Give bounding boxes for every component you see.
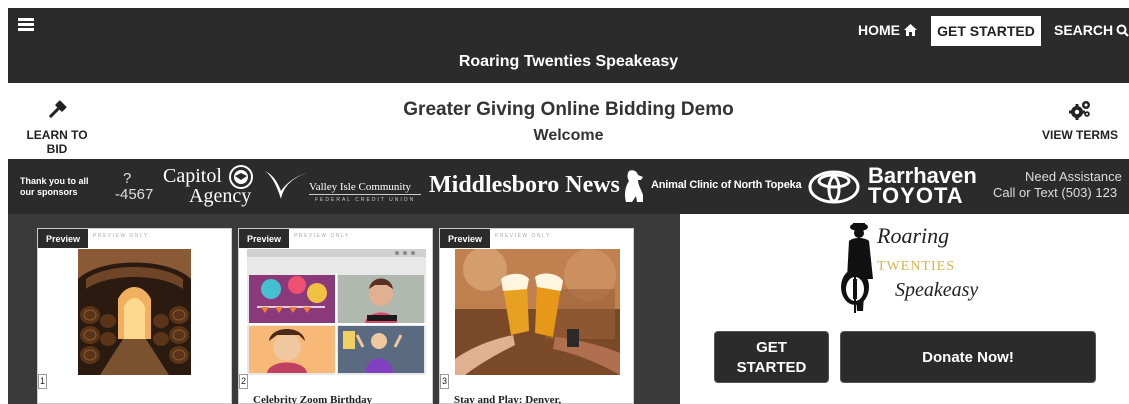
search-link-label: SEARCH [1054, 22, 1114, 38]
sponsor-thanks-text: Thank you to all our sponsors [20, 176, 89, 197]
preview-only-watermark: PREVIEW ONLY [294, 233, 350, 239]
search-link[interactable]: SEARCH [1054, 22, 1129, 38]
menu-icon[interactable] [18, 18, 34, 31]
preview-badge: Preview [440, 229, 490, 248]
logo-line1: Roaring [877, 223, 950, 248]
event-title: Roaring Twenties Speakeasy [458, 53, 679, 70]
view-terms-button[interactable]: VIEW TERMS [1040, 99, 1120, 142]
bird-logo-icon [265, 171, 307, 199]
sponsor-fragment: ? -4567 [115, 171, 153, 203]
item-catalog: Preview PREVIEW ONLY 1 Preview PREVIEW O… [8, 214, 680, 404]
beer-toast-image [455, 249, 620, 375]
get-started-line1: GET [756, 339, 787, 356]
event-sidebar: Roaring TWENTIES Speakeasy GET STARTED D… [680, 214, 1129, 404]
logo-line3: Speakeasy [895, 279, 979, 301]
toyota-logo-icon [808, 170, 860, 204]
sponsor-fragment-line1: ? [123, 170, 132, 187]
saxophone-player-icon [841, 223, 873, 313]
sub-header: LEARN TO BID Greater Giving Online Biddi… [8, 83, 1129, 159]
home-link[interactable]: HOME [858, 22, 917, 38]
zoom-call-image [247, 249, 426, 375]
sponsor-valley-rule [309, 194, 421, 195]
view-terms-label: VIEW TERMS [1041, 128, 1118, 142]
item-number: 3 [440, 374, 449, 389]
sponsor-barrhaven-toyota: Barrhaven TOYOTA [808, 165, 988, 209]
gears-icon [1069, 101, 1090, 120]
preview-only-watermark: PREVIEW ONLY [495, 233, 551, 239]
sponsor-capitol-agency: Capitol Agency [163, 165, 253, 207]
item-title[interactable]: Stay and Play: Denver, [454, 394, 561, 404]
sponsor-middlesboro-news: Middlesboro News [429, 172, 620, 198]
sponsor-animal-clinic-name: Animal Clinic of North Topeka [651, 179, 802, 191]
home-icon [904, 24, 917, 36]
preview-badge: Preview [38, 229, 88, 248]
get-started-button[interactable]: GET STARTED [714, 331, 829, 383]
home-link-label: HOME [858, 22, 900, 38]
logo-line2: TWENTIES [877, 259, 955, 274]
item-number: 1 [38, 374, 47, 389]
sponsor-valley-sub: FEDERAL CREDIT UNION [315, 197, 416, 203]
sponsor-valley-isle: Valley Isle Community FEDERAL CREDIT UNI… [263, 167, 423, 207]
sponsor-animal-clinic: Animal Clinic of North Topeka [621, 169, 802, 203]
sponsor-fragment-line2: -4567 [115, 186, 154, 203]
event-logo: Roaring TWENTIES Speakeasy [825, 215, 985, 317]
assistance-line2: Call or Text (503) 123 [993, 185, 1118, 200]
sponsor-barrhaven-line2: TOYOTA [868, 183, 964, 208]
item-card[interactable]: Preview PREVIEW ONLY 2 Celebrity Zoom Bi… [238, 228, 433, 404]
sponsor-banner: Thank you to all our sponsors ? -4567 Ca… [8, 159, 1129, 214]
auction-title: Greater Giving Online Bidding Demo [403, 99, 734, 120]
assistance-contact: Need Assistance Call or Text (503) 123 [993, 169, 1129, 201]
preview-badge: Preview [239, 229, 289, 248]
welcome-text: Welcome [533, 127, 604, 144]
item-title[interactable]: Celebrity Zoom Birthday [253, 394, 372, 404]
item-card[interactable]: Preview PREVIEW ONLY 1 [37, 228, 232, 404]
get-started-line2: STARTED [736, 359, 807, 376]
item-number: 2 [239, 374, 248, 389]
get-started-nav-button[interactable]: GET STARTED [931, 16, 1041, 46]
donate-now-button[interactable]: Donate Now! [840, 331, 1096, 383]
sponsor-valley-name: Valley Isle Community [309, 181, 412, 193]
dog-logo-icon [625, 170, 643, 202]
item-card[interactable]: Preview PREVIEW ONLY 3 Stay and Play: De… [439, 228, 634, 404]
sponsor-capitol-line2: Agency [189, 185, 252, 207]
top-navigation-bar: HOME GET STARTED SEARCH Roaring Twenties… [8, 8, 1129, 83]
assistance-line1: Need Assistance [1025, 169, 1122, 184]
search-icon [1116, 24, 1129, 37]
preview-only-watermark: PREVIEW ONLY [93, 233, 149, 239]
wine-cellar-image [78, 249, 191, 375]
eagle-seal-icon [229, 165, 253, 189]
